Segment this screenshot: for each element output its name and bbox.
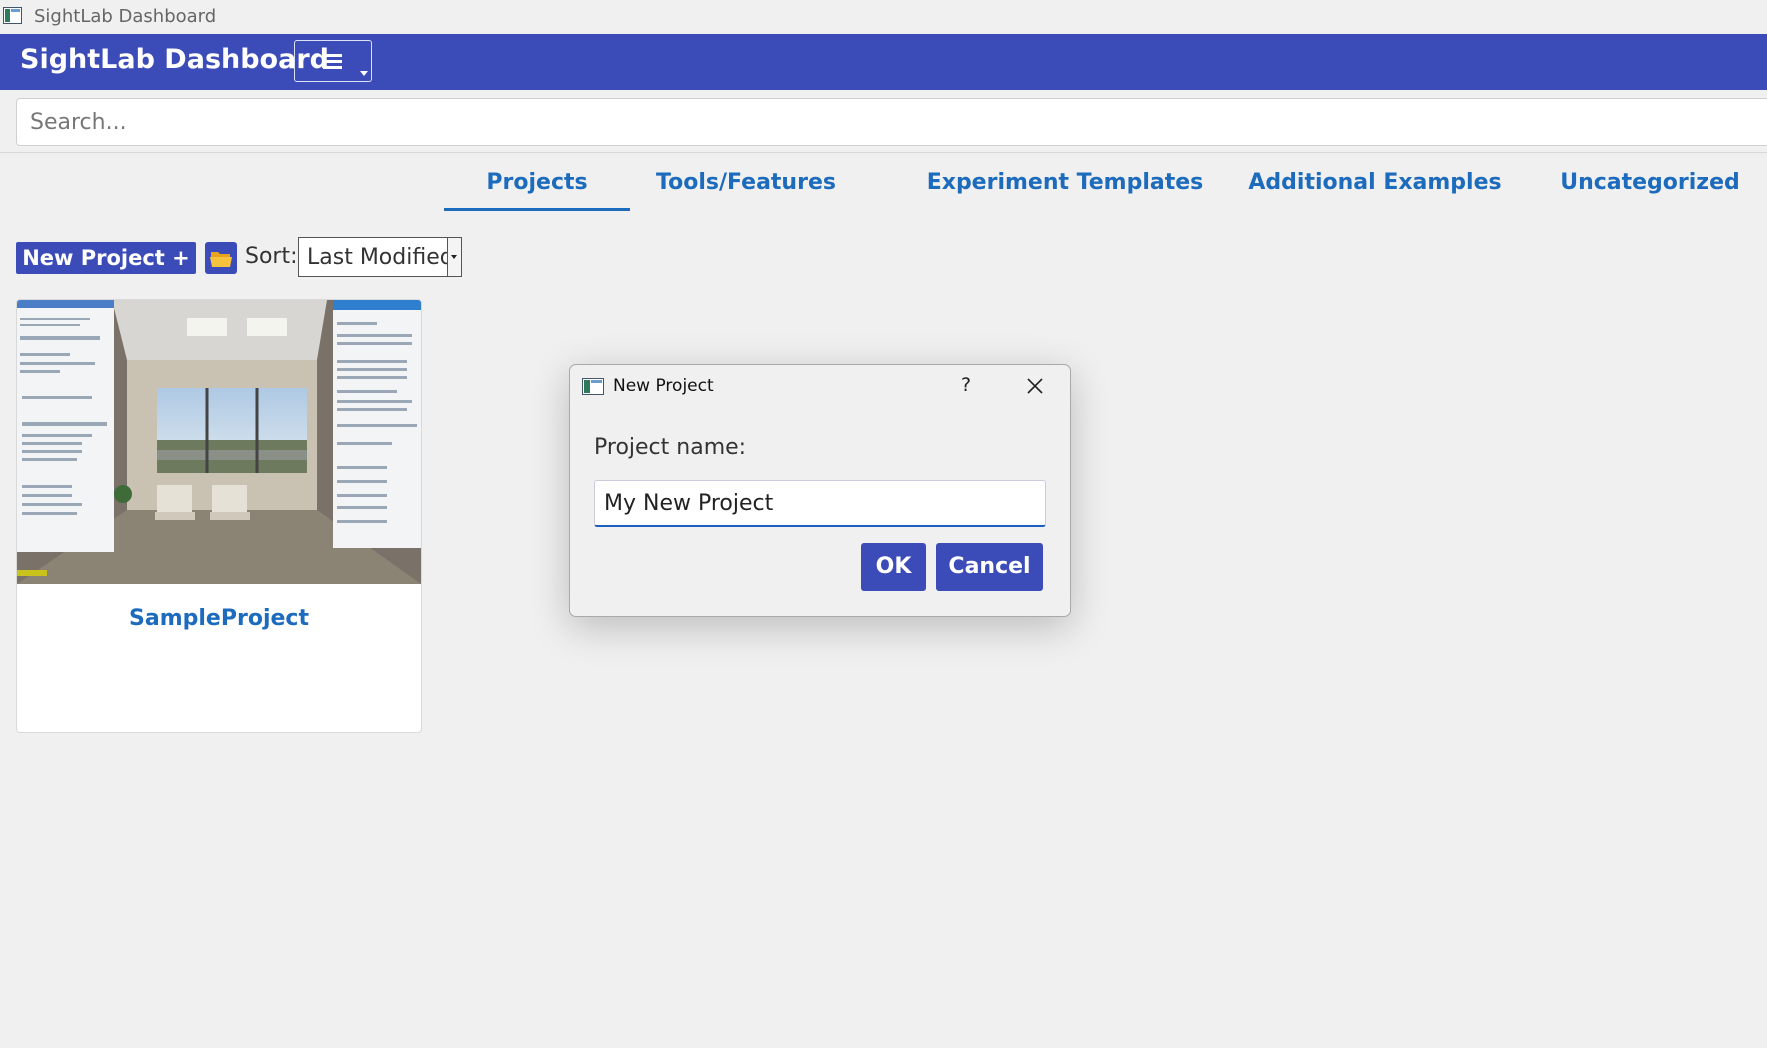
tab-projects[interactable]: Projects: [444, 158, 630, 211]
app-icon: [3, 7, 22, 24]
sort-selected-value: Last Modified: [307, 245, 454, 270]
dropdown-arrow-icon: [360, 71, 368, 76]
cancel-button[interactable]: Cancel: [936, 543, 1043, 591]
sort-label: Sort:: [245, 244, 298, 269]
close-icon[interactable]: [1027, 378, 1043, 394]
new-project-button[interactable]: New Project +: [16, 242, 196, 274]
search-bar: [16, 98, 1767, 146]
tab-experiment-templates[interactable]: Experiment Templates: [912, 158, 1218, 208]
app-icon: [582, 378, 604, 395]
open-folder-button[interactable]: [205, 242, 237, 274]
window-title: SightLab Dashboard: [34, 6, 217, 27]
new-project-dialog: New Project ? Project name: OK Cancel: [569, 364, 1071, 617]
window-titlebar: SightLab Dashboard: [0, 0, 1767, 34]
ok-button[interactable]: OK: [861, 543, 926, 591]
menu-button[interactable]: [294, 40, 372, 82]
tab-additional-examples[interactable]: Additional Examples: [1236, 158, 1514, 208]
app-header: SightLab Dashboard: [0, 34, 1767, 90]
tab-tools-features[interactable]: Tools/Features: [656, 158, 836, 208]
project-card[interactable]: SampleProject: [16, 299, 422, 733]
chevron-down-icon: [447, 238, 461, 276]
app-title: SightLab Dashboard: [20, 44, 329, 75]
tab-uncategorized[interactable]: Uncategorized: [1540, 158, 1760, 208]
project-name-input[interactable]: [594, 480, 1046, 527]
search-input[interactable]: [16, 98, 1767, 146]
header-divider: [0, 152, 1767, 153]
folder-icon: [210, 252, 232, 267]
dialog-titlebar: New Project ?: [570, 365, 1070, 407]
help-button[interactable]: ?: [961, 374, 971, 396]
dialog-title: New Project: [613, 376, 714, 396]
project-thumbnail: [17, 300, 421, 584]
project-name[interactable]: SampleProject: [17, 606, 421, 631]
project-name-label: Project name:: [594, 435, 747, 460]
sort-select[interactable]: Last Modified: [298, 237, 462, 277]
hamburger-icon: [323, 54, 342, 69]
